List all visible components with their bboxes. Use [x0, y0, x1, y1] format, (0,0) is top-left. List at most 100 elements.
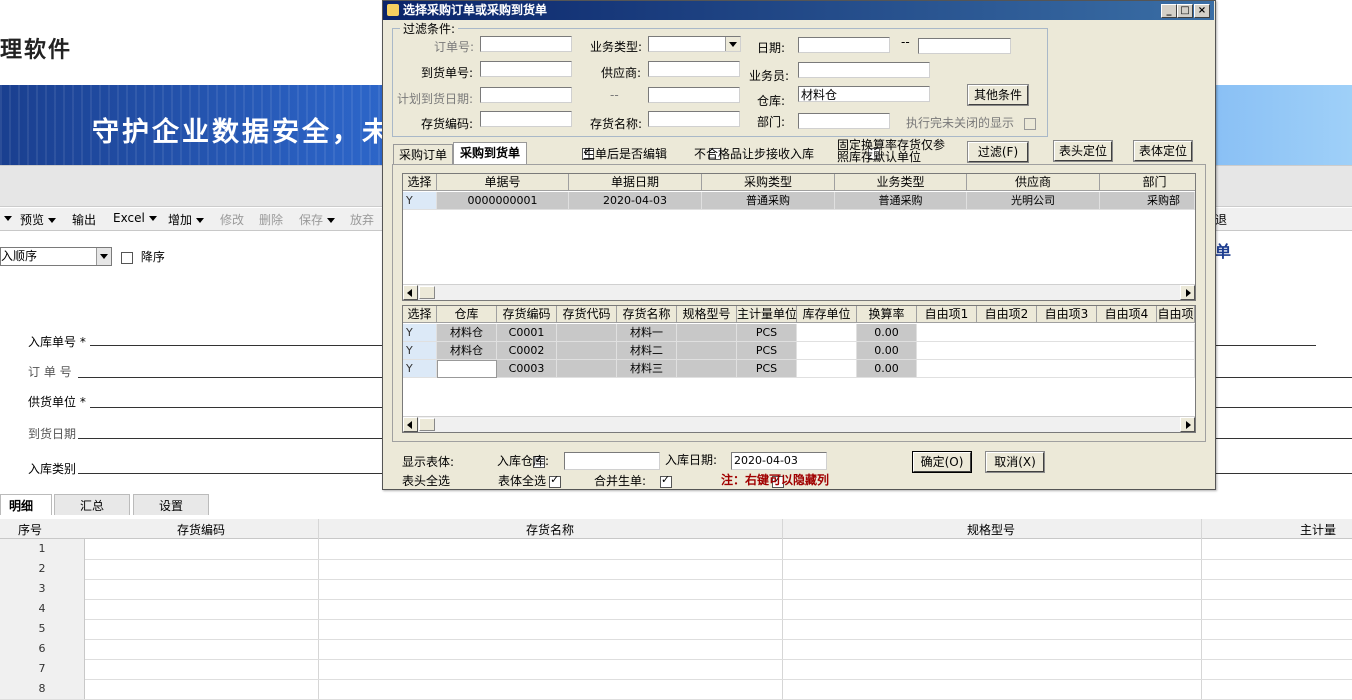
table-row[interactable]: 2	[0, 559, 1352, 580]
dialog-titlebar[interactable]: 选择采购订单或采购到货单 _ □ ×	[383, 1, 1214, 20]
col-free-2[interactable]: 自由项2	[977, 306, 1037, 323]
add-button[interactable]: 增加	[168, 211, 205, 228]
table-row[interactable]: 5	[0, 619, 1352, 640]
export-button[interactable]: 输出	[72, 211, 96, 228]
col-biz-type[interactable]: 业务类型	[835, 174, 967, 191]
preview-button[interactable]: 预览	[20, 211, 57, 228]
doc-no-cell[interactable]: 0000000001	[437, 192, 569, 210]
col-spec[interactable]: 规格型号	[677, 306, 737, 323]
head-locate-button[interactable]: 表头定位	[1053, 140, 1113, 162]
free-cells[interactable]	[917, 324, 1195, 342]
scroll-left-icon[interactable]	[403, 285, 418, 300]
show-done-checkbox[interactable]	[1024, 117, 1036, 130]
scroll-right-icon[interactable]	[1180, 285, 1195, 300]
supplier-input[interactable]	[648, 61, 740, 77]
col-stock-unit[interactable]: 库存单位	[797, 306, 857, 323]
in-date-input[interactable]: 2020-04-03	[731, 452, 827, 470]
biz-type-select[interactable]	[648, 36, 741, 52]
free-cells[interactable]	[917, 360, 1195, 378]
date-to-input[interactable]	[918, 38, 1011, 54]
plan-date-to-input[interactable]	[648, 87, 740, 103]
exit-button[interactable]: 退退出	[1215, 211, 1227, 228]
receipt-type-field[interactable]	[78, 473, 382, 474]
tab-summary[interactable]: 汇总	[54, 494, 130, 515]
col-free-4[interactable]: 自由项4	[1097, 306, 1157, 323]
biz-type-cell[interactable]: 普通采购	[835, 192, 967, 210]
desc-checkbox[interactable]	[121, 251, 133, 264]
order-no-input[interactable]	[480, 36, 572, 52]
delete-button[interactable]: 删除	[259, 211, 283, 228]
inv-name-cell[interactable]: 材料二	[617, 342, 677, 360]
col-doc-no[interactable]: 单据号	[437, 174, 569, 191]
inv-alias-cell[interactable]	[557, 324, 617, 342]
row-select-cell[interactable]: Y	[403, 192, 437, 210]
spec-cell[interactable]	[677, 360, 737, 378]
rate-cell[interactable]: 0.00	[857, 360, 917, 378]
in-warehouse-input[interactable]	[564, 452, 660, 470]
arrival-no-input[interactable]	[480, 61, 572, 77]
salesman-input[interactable]	[798, 62, 930, 78]
table-row[interactable]: 8	[0, 679, 1352, 700]
warehouse-input[interactable]: 材料仓	[798, 86, 930, 102]
sort-order-select[interactable]: 入顺序	[0, 247, 112, 266]
head-grid-hscrollbar[interactable]	[403, 284, 1195, 300]
col-main-unit[interactable]: 主计量单位	[737, 306, 797, 323]
inv-alias-cell[interactable]	[557, 360, 617, 378]
row-select-cell[interactable]: Y	[403, 360, 437, 378]
col-free-5[interactable]: 自由项	[1157, 306, 1195, 323]
col-warehouse[interactable]: 仓库	[437, 306, 497, 323]
row-select-cell[interactable]: Y	[403, 324, 437, 342]
col-select[interactable]: 选择	[403, 306, 437, 323]
minimize-icon[interactable]: _	[1161, 4, 1177, 18]
table-row[interactable]: 4	[0, 599, 1352, 620]
warehouse-cell[interactable]	[437, 360, 497, 378]
col-purchase-type[interactable]: 采购类型	[702, 174, 835, 191]
warehouse-cell[interactable]: 材料仓	[437, 324, 497, 342]
maximize-icon[interactable]: □	[1177, 4, 1193, 18]
close-icon[interactable]: ×	[1194, 4, 1210, 18]
col-inv-code[interactable]: 存货编码	[497, 306, 557, 323]
arrival-date-field[interactable]	[78, 438, 382, 439]
desc-checkbox-wrap[interactable]: 降序	[121, 248, 165, 265]
col-doc-date[interactable]: 单据日期	[569, 174, 702, 191]
inv-name-cell[interactable]: 材料一	[617, 324, 677, 342]
inv-name-input[interactable]	[648, 111, 740, 127]
table-row[interactable]: 7	[0, 659, 1352, 680]
supplier-field[interactable]	[90, 407, 382, 408]
body-select-all-checkbox[interactable]	[659, 473, 672, 488]
rate-cell[interactable]: 0.00	[857, 342, 917, 360]
row-select-cell[interactable]: Y	[403, 342, 437, 360]
table-row[interactable]: 1	[0, 539, 1352, 560]
other-conditions-button[interactable]: 其他条件	[967, 84, 1029, 106]
purchase-type-cell[interactable]: 普通采购	[702, 192, 835, 210]
stock-unit-cell[interactable]	[797, 360, 857, 378]
tab-purchase-order[interactable]: 采购订单	[393, 144, 453, 165]
scroll-right-icon[interactable]	[1180, 417, 1195, 432]
rate-cell[interactable]: 0.00	[857, 324, 917, 342]
chevron-down-icon[interactable]	[96, 248, 111, 265]
col-supplier[interactable]: 供应商	[967, 174, 1100, 191]
col-select[interactable]: 选择	[403, 174, 437, 191]
col-free-1[interactable]: 自由项1	[917, 306, 977, 323]
warehouse-cell[interactable]: 材料仓	[437, 342, 497, 360]
col-inv-name[interactable]: 存货名称	[617, 306, 677, 323]
col-dept[interactable]: 部门	[1100, 174, 1195, 191]
dept-input[interactable]	[798, 113, 890, 129]
inv-code-cell[interactable]: C0002	[497, 342, 557, 360]
chevron-down-icon[interactable]	[725, 37, 740, 51]
receipt-no-field[interactable]	[90, 345, 382, 346]
dept-cell[interactable]: 采购部	[1100, 192, 1195, 210]
inv-code-cell[interactable]: C0001	[497, 324, 557, 342]
tab-settings[interactable]: 设置	[133, 494, 209, 515]
col-inv-alias[interactable]: 存货代码	[557, 306, 617, 323]
inv-alias-cell[interactable]	[557, 342, 617, 360]
main-unit-cell[interactable]: PCS	[737, 324, 797, 342]
col-free-3[interactable]: 自由项3	[1037, 306, 1097, 323]
doc-date-cell[interactable]: 2020-04-03	[569, 192, 702, 210]
date-from-input[interactable]	[798, 37, 890, 53]
inv-code-input[interactable]	[480, 111, 572, 127]
tab-detail[interactable]: 明细	[0, 494, 52, 515]
plan-date-from-input[interactable]	[480, 87, 572, 103]
head-select-all-checkbox[interactable]	[549, 473, 562, 488]
order-no-field[interactable]	[78, 377, 382, 378]
